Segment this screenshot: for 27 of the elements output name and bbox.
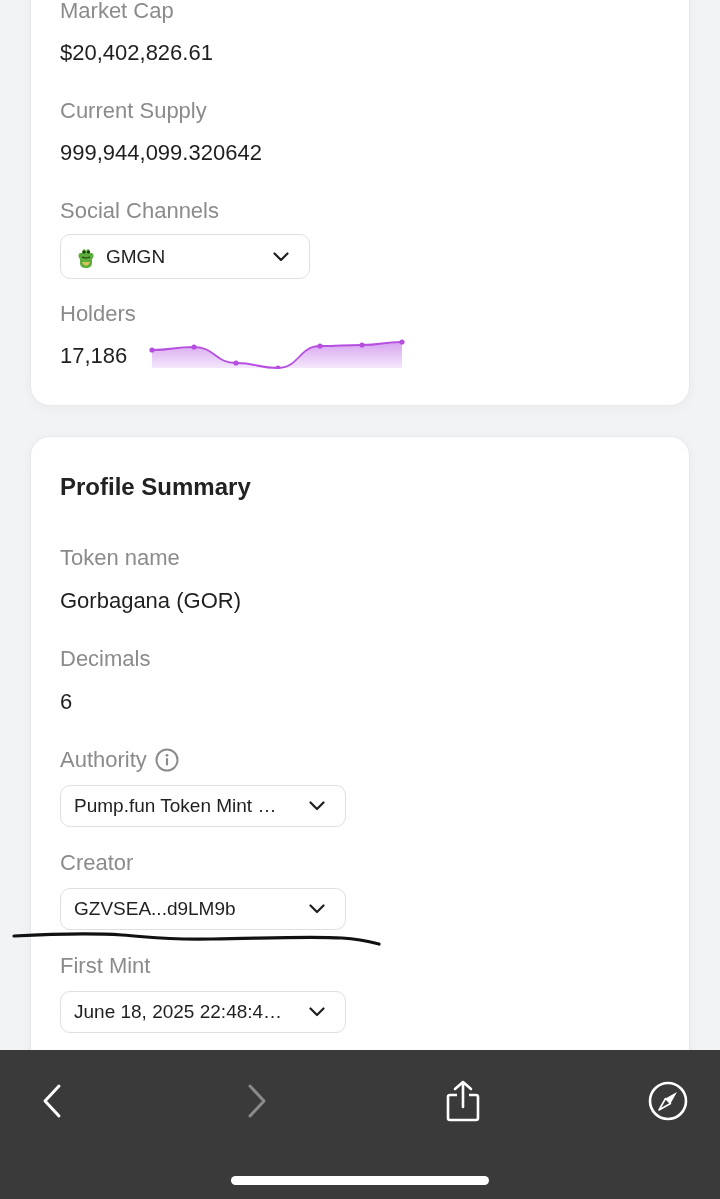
field-label: Decimals xyxy=(60,645,151,673)
field-value: $20,402,826.61 xyxy=(60,39,213,67)
dropdown[interactable]: GMGN xyxy=(60,234,310,279)
field-label: Current Supply xyxy=(60,97,207,125)
back-icon[interactable] xyxy=(41,1083,63,1119)
chevron-down-icon xyxy=(309,904,325,914)
field-label: Authority xyxy=(60,746,147,774)
chevron-down-icon xyxy=(309,1007,325,1017)
field-value: 6 xyxy=(60,688,73,716)
dropdown[interactable]: Pump.fun Token Mint … xyxy=(60,785,346,827)
field-label: First Mint xyxy=(60,952,151,980)
compass-icon[interactable] xyxy=(648,1081,688,1121)
field-label: Social Channels xyxy=(60,197,219,225)
info-icon[interactable] xyxy=(154,748,179,772)
chevron-down-icon xyxy=(309,801,325,811)
field-label: Holders xyxy=(60,300,136,328)
dropdown[interactable]: GZVSEA...d9LM9b xyxy=(60,888,346,930)
field-value: Gorbagana (GOR) xyxy=(60,587,241,615)
field-label: Creator xyxy=(60,849,134,877)
field-label: Market Cap xyxy=(60,0,174,25)
field-label: Token name xyxy=(60,544,180,572)
share-icon[interactable] xyxy=(444,1080,481,1122)
card-title: Profile Summary xyxy=(60,472,251,502)
holders-count: 17,186 xyxy=(60,342,128,370)
field-value: 999,944,099.320642 xyxy=(60,139,262,167)
chevron-down-icon xyxy=(273,251,289,262)
dropdown[interactable]: June 18, 2025 22:48:4… xyxy=(60,991,346,1033)
